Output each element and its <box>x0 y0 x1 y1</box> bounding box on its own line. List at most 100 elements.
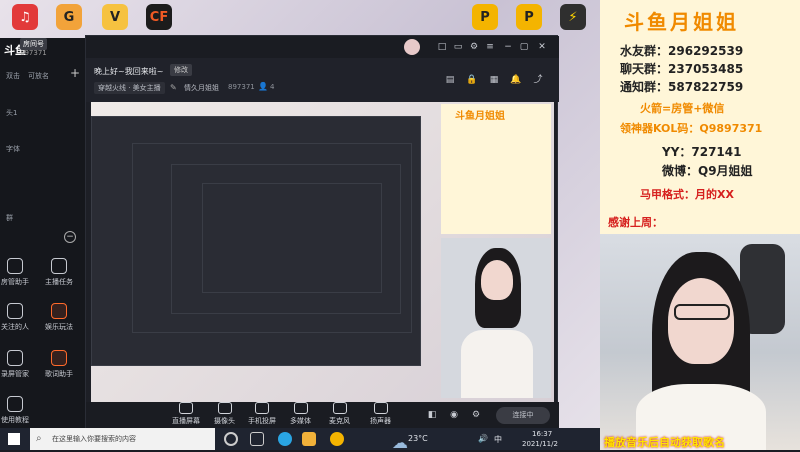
rocket-line: 火箭=房管+微信 <box>640 102 725 115</box>
edge-icon[interactable] <box>278 432 292 446</box>
clock-time[interactable]: 16:37 <box>532 430 552 438</box>
host-name: 情久月姐姐 <box>184 84 219 92</box>
avatar[interactable] <box>404 39 420 55</box>
heat-icon: 👤 <box>258 82 268 91</box>
douyu-app-icon-1[interactable]: P <box>472 4 498 30</box>
douyu-taskbar-icon[interactable] <box>330 432 344 446</box>
weibo-line: 微博：Q9月姐姐 <box>662 164 753 178</box>
scrolling-caption: 播放音乐后自动获取歌名 <box>604 436 725 449</box>
heat-count: 4 <box>270 83 275 91</box>
g-app-icon[interactable]: G <box>56 4 82 30</box>
left-panel: 斗鱼 房间号 897371 双击 可放名 + 头1 字体 群 − 房管助手 主播… <box>0 38 85 428</box>
live-preview: 斗鱼月姐姐 <box>91 102 554 402</box>
heart-icon <box>7 303 23 319</box>
view-icon[interactable]: ◉ <box>448 409 460 421</box>
share-icon[interactable]: ⤴ <box>532 74 544 86</box>
phone-cast-icon <box>255 402 269 414</box>
user-icon <box>7 258 23 274</box>
start-live-button[interactable]: 连接中 <box>496 407 550 424</box>
media-button[interactable]: 多媒体 <box>290 402 311 426</box>
qq-line-1: 水友群：296292539 <box>620 44 744 58</box>
nested-window <box>202 183 382 293</box>
camera-feed: 播放音乐后自动获取歌名 <box>600 234 800 450</box>
tile-room-manager[interactable]: 房管助手 <box>0 258 32 298</box>
glasses <box>674 304 730 320</box>
yy-line: YY：727141 <box>662 145 742 159</box>
taskbar-search-input[interactable]: 在这里输入你要搜索的内容 <box>30 428 215 450</box>
douyu-app-icon-2[interactable]: P <box>516 4 542 30</box>
cortana-icon[interactable] <box>224 432 238 446</box>
tile-lyrics[interactable]: 歌词助手 <box>42 350 76 390</box>
help-icon <box>7 396 23 412</box>
maximize-icon[interactable]: ▢ <box>518 41 530 53</box>
lock-icon[interactable]: 🔒 <box>466 74 478 86</box>
edit-button[interactable]: 修改 <box>170 64 192 76</box>
qq-line-2: 聊天群：237053485 <box>620 62 744 76</box>
weather-icon: ☁ <box>392 433 408 452</box>
media-icon <box>293 402 308 414</box>
spark-icon[interactable]: ⚡ <box>560 4 586 30</box>
minimize-icon[interactable]: − <box>502 41 514 53</box>
settings-icon[interactable]: ⚙ <box>468 41 480 53</box>
tab-double-click[interactable]: 双击 <box>6 71 20 81</box>
list-item[interactable]: 字体 <box>6 144 20 154</box>
qq-line-3: 通知群：587822759 <box>620 80 744 94</box>
speaker-button[interactable]: 扬声器 <box>370 402 391 426</box>
camera-button[interactable]: 摄像头 <box>214 402 235 426</box>
close-icon[interactable]: ✕ <box>536 41 548 53</box>
game-icon <box>51 303 67 319</box>
kol-line: 领神器KOL码：Q9897371 <box>620 122 763 135</box>
horse-line: 马甲格式：月的XX <box>640 188 734 201</box>
title-bar: □ ▭ ⚙ ≡ − ▢ ✕ <box>86 36 559 58</box>
nested-overlay: 斗鱼月姐姐 <box>441 104 551 234</box>
speaker-icon <box>373 402 388 414</box>
camera-icon <box>217 402 232 414</box>
netease-music-icon[interactable]: ♫ <box>12 4 38 30</box>
menu-icon[interactable]: □ <box>436 41 448 53</box>
valorant-icon[interactable]: V <box>102 4 128 30</box>
monitor-icon <box>179 402 193 414</box>
task-view-icon[interactable] <box>250 432 264 446</box>
overlay-title: 斗鱼月姐姐 <box>624 10 739 34</box>
ime-indicator[interactable]: 中 <box>494 434 502 445</box>
nested-window <box>132 143 412 333</box>
tile-entertainment[interactable]: 娱乐玩法 <box>42 303 76 343</box>
temperature[interactable]: 23°C <box>408 434 428 443</box>
edit-icon[interactable]: ✎ <box>170 83 177 92</box>
message-icon[interactable]: ▭ <box>452 41 464 53</box>
tile-host-task[interactable]: 主播任务 <box>42 258 76 298</box>
more-icon[interactable]: ≡ <box>484 41 496 53</box>
list-item[interactable]: 头1 <box>6 108 17 118</box>
category-tag[interactable]: 穿越火线 · 美女主播 <box>94 82 165 94</box>
nested-window <box>91 116 421 366</box>
nested-camera <box>441 238 551 398</box>
collapse-button[interactable]: − <box>64 231 76 243</box>
room-header: 晚上好~我回来啦~ 修改 穿越火线 · 美女主播 ✎ 情久月姐姐 897371 … <box>86 58 559 102</box>
file-explorer-icon[interactable] <box>302 432 316 446</box>
gear-icon[interactable]: ⚙ <box>470 409 482 421</box>
cf-icon[interactable]: CF <box>146 4 172 30</box>
clock-date[interactable]: 2021/11/2 <box>522 440 558 448</box>
main-window: □ ▭ ⚙ ≡ − ▢ ✕ 晚上好~我回来啦~ 修改 穿越火线 · 美女主播 ✎… <box>85 35 559 429</box>
layout-icon[interactable]: ▦ <box>488 74 500 86</box>
tab-placeable[interactable]: 可放名 <box>28 71 49 81</box>
phone-cast-button[interactable]: 手机投屏 <box>248 402 276 426</box>
tile-record[interactable]: 录屏管家 <box>0 350 32 390</box>
mic-button[interactable]: 麦克风 <box>329 402 350 426</box>
list-item[interactable]: 群 <box>6 213 13 223</box>
add-icon[interactable]: + <box>70 66 80 80</box>
mic-icon <box>332 402 347 414</box>
record-icon[interactable]: ◧ <box>426 409 438 421</box>
speaker-tray-icon[interactable]: 🔊 <box>478 434 488 443</box>
screen-icon[interactable]: ▤ <box>444 74 456 86</box>
bottom-toolbar: 直播屏幕 摄像头 手机投屏 多媒体 麦克风 扬声器 ◧ ◉ ⚙ 连接中 <box>86 402 559 429</box>
thanks-line: 感谢上周： <box>608 216 663 229</box>
room-title: 晚上好~我回来啦~ <box>94 67 164 76</box>
broadcast-screen-button[interactable]: 直播屏幕 <box>172 402 200 426</box>
bell-icon[interactable]: 🔔 <box>510 74 522 86</box>
tile-followed[interactable]: 关注的人 <box>0 303 32 343</box>
task-icon <box>51 258 67 274</box>
room-id: 897371 <box>20 49 47 57</box>
windows-start-icon[interactable] <box>8 433 20 445</box>
face <box>668 278 734 364</box>
